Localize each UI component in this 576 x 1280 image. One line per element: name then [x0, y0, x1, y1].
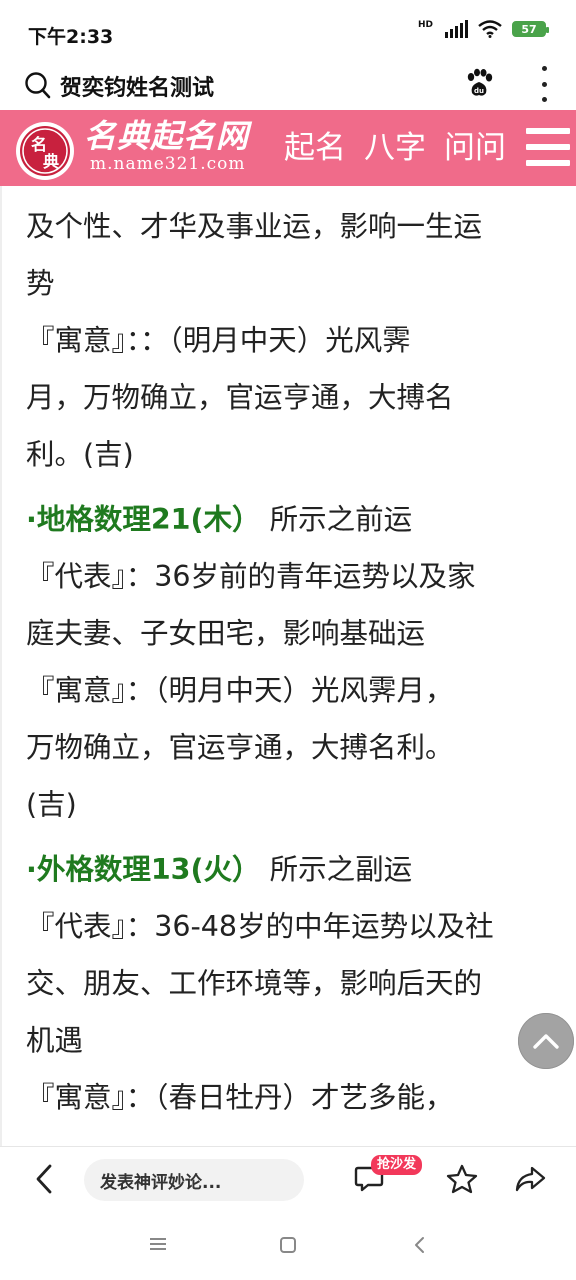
text-line: 『寓意』：（明月中天）光风霁月， — [26, 674, 454, 707]
site-logo-icon[interactable]: 名 典 — [14, 120, 76, 186]
text-line: 『代表』：36岁前的青年运势以及家 — [26, 560, 476, 593]
back-arrow-icon[interactable] — [34, 1163, 54, 1199]
svg-text:典: 典 — [43, 152, 59, 171]
hamburger-menu-icon[interactable] — [526, 128, 570, 166]
text-line: 势 — [26, 267, 55, 300]
text-line: 交、朋友、工作环境等，影响后天的 — [26, 967, 483, 1000]
text-line: 机遇 — [26, 1024, 84, 1057]
share-icon[interactable] — [514, 1165, 546, 1197]
site-logo-text[interactable]: 名典起名网 m.name321.com — [84, 118, 249, 174]
text-line: 『代表』：36-48岁的中年运势以及社 — [26, 910, 494, 943]
baidu-paw-icon[interactable]: du — [464, 68, 494, 102]
site-header: 名 典 名典起名网 m.name321.com 起名 八字 问问 — [0, 110, 576, 186]
status-time: 下午2:33 — [28, 26, 114, 48]
text-line: 万物确立，官运亨通，大搏名利。 — [26, 731, 454, 764]
system-back-icon[interactable] — [412, 1236, 426, 1258]
nav-qiming[interactable]: 起名 — [284, 130, 346, 166]
comment-placeholder: 发表神评妙论... — [100, 1172, 222, 1193]
wifi-icon — [478, 20, 502, 38]
logo-url: m.name321.com — [90, 154, 246, 174]
favorite-star-icon[interactable] — [446, 1164, 478, 1198]
status-bar: 下午2:33 HD 57 — [0, 0, 576, 64]
heading-dige-sub: 所示之前运 — [269, 503, 413, 536]
text-line: 『寓意』：：（明月中天）光风霁 — [26, 324, 411, 357]
home-icon[interactable] — [279, 1236, 297, 1258]
browser-title-bar: 贺奕钧姓名测试 du — [0, 64, 576, 110]
text-line: 月，万物确立，官运亨通，大搏名 — [26, 381, 454, 414]
back-to-top-button[interactable] — [518, 1013, 574, 1069]
logo-name: 名典起名网 — [84, 117, 250, 155]
heading-dige-title: ·地格数理21(木） — [26, 503, 261, 536]
text-line: 及个性、才华及事业运，影响一生运 — [26, 210, 483, 243]
signal-icon — [445, 20, 468, 38]
more-options-icon[interactable] — [540, 66, 548, 102]
page-title[interactable]: 贺奕钧姓名测试 — [60, 70, 214, 102]
svg-text:du: du — [474, 87, 484, 95]
text-line: 庭夫妻、子女田宅，影响基础运 — [26, 617, 426, 650]
battery-icon: 57 — [512, 21, 549, 37]
recent-apps-icon[interactable] — [148, 1236, 168, 1256]
status-icons: HD 57 — [417, 20, 549, 38]
heading-waige-title: ·外格数理13(火） — [26, 853, 261, 886]
article-content: 及个性、才华及事业运，影响一生运 势 『寓意』：：（明月中天）光风霁 月，万物确… — [0, 186, 576, 1146]
heading-waige-sub: 所示之副运 — [269, 853, 413, 886]
comment-input[interactable]: 发表神评妙论... — [84, 1159, 304, 1201]
bottom-toolbar: 发表神评妙论... 抢沙发 — [0, 1146, 576, 1212]
system-nav-bar — [0, 1210, 576, 1280]
text-line: 利。(吉) — [26, 438, 134, 471]
chevron-up-icon — [533, 1034, 559, 1049]
nav-wenwen[interactable]: 问问 — [444, 130, 506, 166]
grab-sofa-badge[interactable]: 抢沙发 — [371, 1155, 423, 1175]
search-icon[interactable] — [24, 70, 52, 104]
section-heading-dige: ·地格数理21(木） 所示之前运 — [2, 491, 576, 548]
site-nav: 起名 八字 问问 — [284, 130, 506, 166]
nav-bazi[interactable]: 八字 — [364, 130, 426, 166]
text-line: 『寓意』：（春日牡丹）才艺多能， — [26, 1081, 454, 1114]
network-label: HD — [417, 20, 433, 30]
battery-level: 57 — [521, 22, 537, 36]
section-heading-waige: ·外格数理13(火） 所示之副运 — [2, 841, 576, 898]
text-line: (吉) — [26, 788, 77, 821]
